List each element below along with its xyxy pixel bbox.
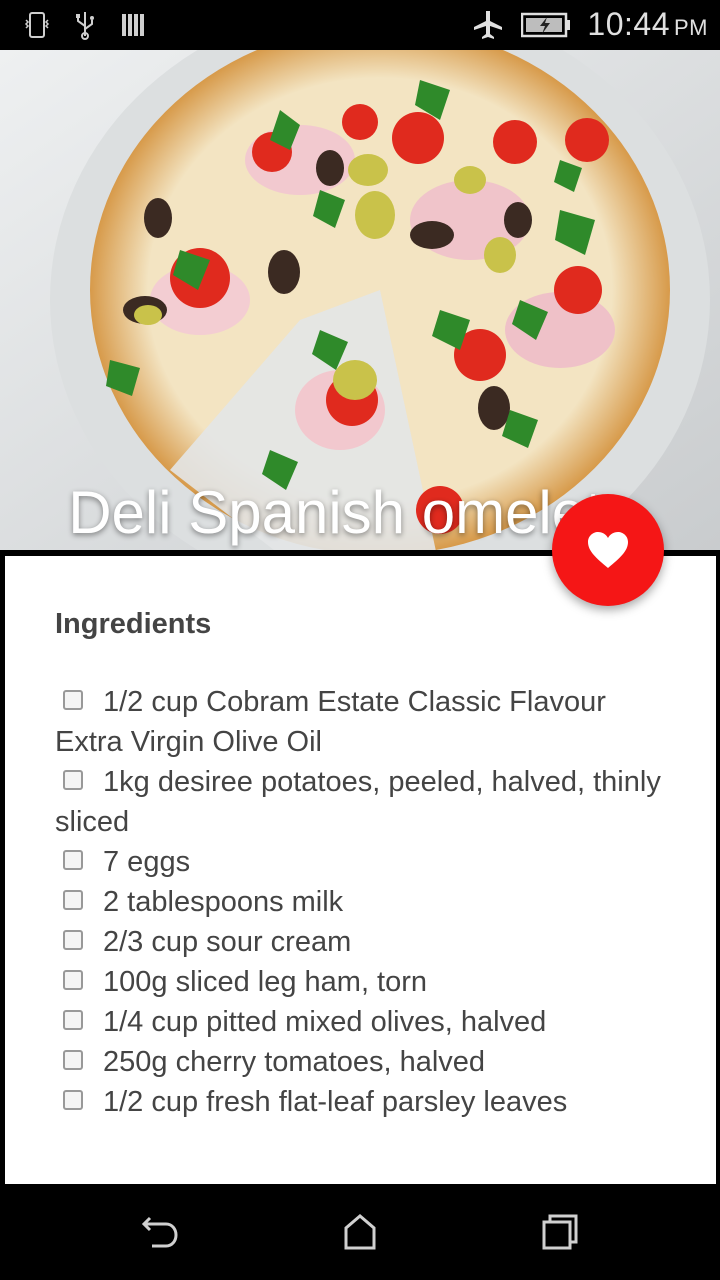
phone-vibrate-icon: [24, 12, 50, 38]
signal-bars-icon: [122, 14, 144, 36]
omelette-photo: [0, 50, 720, 550]
ingredients-list: 1/2 cup Cobram Estate Classic Flavour Ex…: [55, 682, 675, 1122]
navigation-bar: [0, 1184, 720, 1280]
ingredient-checkbox[interactable]: [63, 770, 83, 790]
ingredient-checkbox[interactable]: [63, 1090, 83, 1110]
ingredients-heading: Ingredients: [55, 608, 212, 640]
ingredient-text: 1/2 cup fresh flat-leaf parsley leaves: [103, 1086, 568, 1118]
home-icon[interactable]: [338, 1210, 382, 1254]
ingredient-checkbox[interactable]: [63, 1050, 83, 1070]
ingredient-item[interactable]: 1/2 cup Cobram Estate Classic Flavour Ex…: [55, 682, 675, 762]
ingredient-text: 2 tablespoons milk: [103, 886, 344, 918]
ingredient-item[interactable]: 1/4 cup pitted mixed olives, halved: [55, 1002, 675, 1042]
favorite-button[interactable]: [552, 494, 664, 606]
clock-time: 10:44: [587, 6, 670, 42]
ingredient-text: 7 eggs: [103, 846, 191, 878]
clock: 10:44 PM: [587, 6, 708, 43]
ingredient-item[interactable]: 2 tablespoons milk: [55, 882, 675, 922]
recent-apps-icon[interactable]: [538, 1210, 582, 1254]
ingredient-item[interactable]: 7 eggs: [55, 842, 675, 882]
ingredients-card: Ingredients 1/2 cup Cobram Estate Classi…: [5, 556, 716, 1184]
ingredient-item[interactable]: 2/3 cup sour cream: [55, 922, 675, 962]
ingredient-item[interactable]: 1/2 cup fresh flat-leaf parsley leaves: [55, 1082, 675, 1122]
usb-icon: [76, 12, 94, 40]
airplane-mode-icon: [474, 10, 503, 39]
ingredient-checkbox[interactable]: [63, 890, 83, 910]
ingredient-checkbox[interactable]: [63, 970, 83, 990]
ingredient-checkbox[interactable]: [63, 690, 83, 710]
clock-ampm: PM: [674, 15, 708, 40]
ingredient-item[interactable]: 250g cherry tomatoes, halved: [55, 1042, 675, 1082]
status-bar: 10:44 PM: [0, 0, 720, 50]
ingredient-text: 1/2 cup Cobram Estate Classic Flavour Ex…: [55, 686, 606, 758]
ingredient-text: 1/4 cup pitted mixed olives, halved: [103, 1006, 547, 1038]
ingredient-item[interactable]: 100g sliced leg ham, torn: [55, 962, 675, 1002]
recipe-hero-image: Deli Spanish omelet...: [0, 50, 720, 550]
ingredient-item[interactable]: 1kg desiree potatoes, peeled, halved, th…: [55, 762, 675, 842]
ingredient-text: 250g cherry tomatoes, halved: [103, 1046, 486, 1078]
back-icon[interactable]: [138, 1210, 182, 1254]
heart-icon: [588, 532, 628, 568]
ingredient-checkbox[interactable]: [63, 930, 83, 950]
ingredient-text: 2/3 cup sour cream: [103, 926, 352, 958]
ingredient-text: 1kg desiree potatoes, peeled, halved, th…: [55, 766, 661, 838]
ingredient-text: 100g sliced leg ham, torn: [103, 966, 428, 998]
ingredient-checkbox[interactable]: [63, 1010, 83, 1030]
battery-charging-icon: [521, 12, 571, 37]
ingredient-checkbox[interactable]: [63, 850, 83, 870]
